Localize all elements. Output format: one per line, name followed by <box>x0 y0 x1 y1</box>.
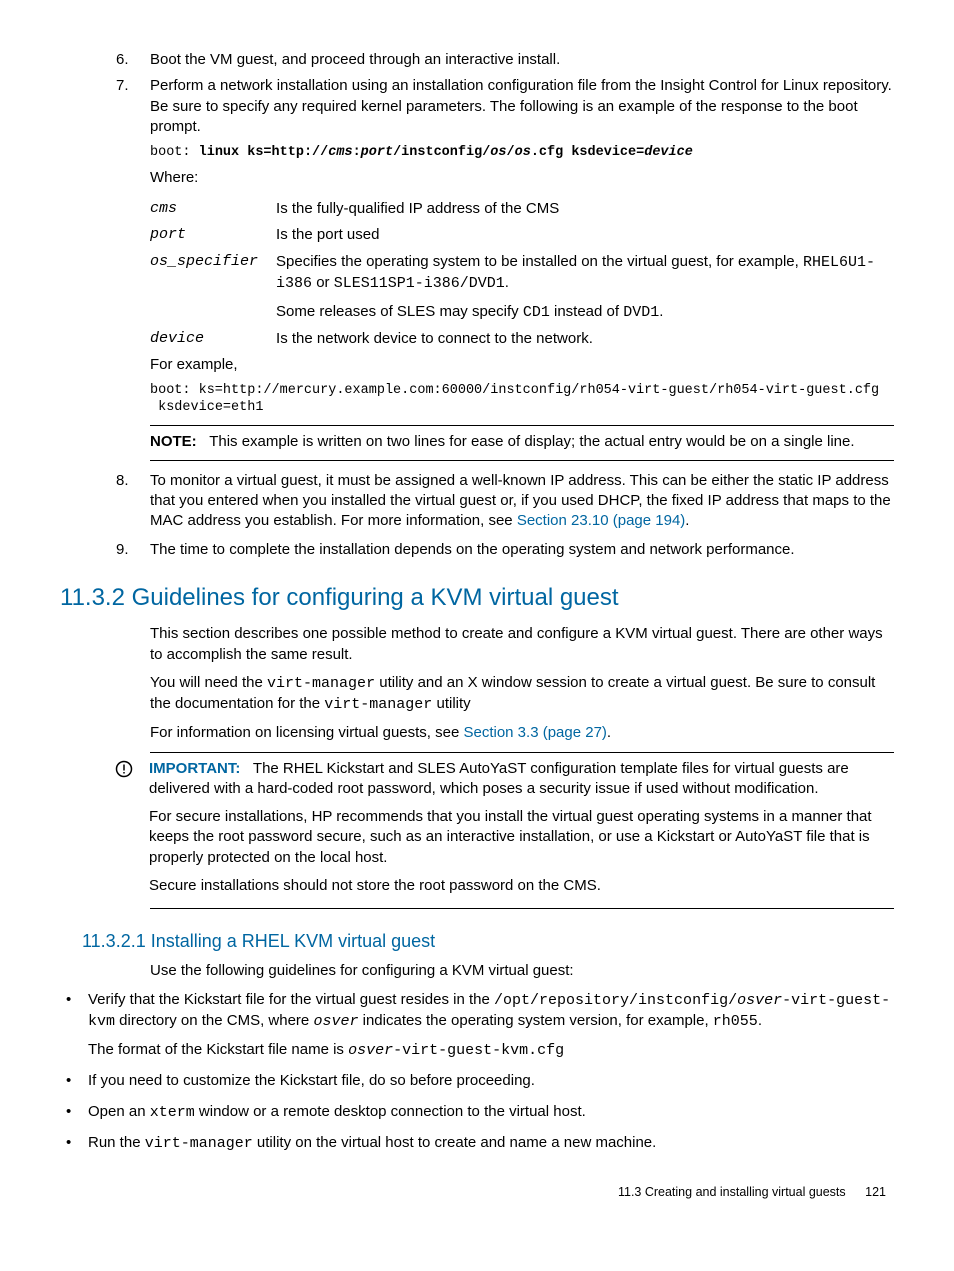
def-desc: Specifies the operating system to be ins… <box>276 249 894 327</box>
boot-command: boot: linux ks=http://cms:port/instconfi… <box>150 145 894 162</box>
bullet-item: If you need to customize the Kickstart f… <box>60 1071 894 1091</box>
section-paragraph: Use the following guidelines for configu… <box>150 961 894 981</box>
step-9: 9. The time to complete the installation… <box>150 540 894 560</box>
important-text: Secure installations should not store th… <box>149 876 894 896</box>
section-heading-11-3-2-1: 11.3.2.1 Installing a RHEL KVM virtual g… <box>60 929 894 953</box>
section-link[interactable]: Section 3.3 (page 27) <box>463 724 606 741</box>
def-row-os: os_specifier Specifies the operating sys… <box>150 249 894 327</box>
section-paragraph: For information on licensing virtual gue… <box>150 723 894 743</box>
ordered-steps: 6. Boot the VM guest, and proceed throug… <box>60 50 894 560</box>
footer-section: 11.3 Creating and installing virtual gue… <box>618 1185 846 1199</box>
step-number: 9. <box>116 540 129 560</box>
divider <box>150 460 894 461</box>
step-number: 7. <box>116 76 129 96</box>
step-6: 6. Boot the VM guest, and proceed throug… <box>150 50 894 70</box>
footer-page-number: 121 <box>865 1185 886 1199</box>
step-text: Boot the VM guest, and proceed through a… <box>150 51 560 68</box>
note-box: NOTE: This example is written on two lin… <box>150 425 894 461</box>
def-term: port <box>150 222 276 248</box>
bullet-list: Verify that the Kickstart file for the v… <box>60 990 894 1155</box>
step-text: The time to complete the installation de… <box>150 541 795 558</box>
section-paragraph: You will need the virt-manager utility a… <box>150 673 894 716</box>
def-row-port: port Is the port used <box>150 222 894 248</box>
def-term: cms <box>150 196 276 222</box>
divider <box>150 908 894 909</box>
step-text: To monitor a virtual guest, it must be a… <box>150 471 894 532</box>
important-icon <box>115 759 149 784</box>
step-number: 6. <box>116 50 129 70</box>
section-heading-11-3-2: 11.3.2 Guidelines for configuring a KVM … <box>60 582 894 614</box>
def-term: os_specifier <box>150 249 276 327</box>
divider <box>150 425 894 426</box>
def-desc: Is the fully-qualified IP address of the… <box>276 196 894 222</box>
def-row-device: device Is the network device to connect … <box>150 326 894 352</box>
definitions-table: cms Is the fully-qualified IP address of… <box>150 196 894 353</box>
important-label: IMPORTANT: <box>149 760 240 777</box>
bullet-item: Run the virt-manager utility on the virt… <box>60 1133 894 1154</box>
step-number: 8. <box>116 471 129 491</box>
def-desc: Is the network device to connect to the … <box>276 326 894 352</box>
important-text: For secure installations, HP recommends … <box>149 807 894 868</box>
for-example-label: For example, <box>150 355 894 375</box>
step-8: 8. To monitor a virtual guest, it must b… <box>150 471 894 532</box>
bullet-item: Open an xterm window or a remote desktop… <box>60 1102 894 1123</box>
def-desc: Is the port used <box>276 222 894 248</box>
section-link[interactable]: Section 23.10 (page 194) <box>517 512 685 529</box>
where-label: Where: <box>150 168 894 188</box>
bullet-item: Verify that the Kickstart file for the v… <box>60 990 894 1062</box>
note-text: This example is written on two lines for… <box>209 433 854 450</box>
important-box: IMPORTANT: The RHEL Kickstart and SLES A… <box>60 752 894 910</box>
def-row-cms: cms Is the fully-qualified IP address of… <box>150 196 894 222</box>
example-code: boot: ks=http://mercury.example.com:6000… <box>150 383 894 417</box>
page-footer: 11.3 Creating and installing virtual gue… <box>60 1184 894 1201</box>
def-term: device <box>150 326 276 352</box>
step-7: 7. Perform a network installation using … <box>150 76 894 461</box>
step-text: Perform a network installation using an … <box>150 76 894 137</box>
divider <box>150 752 894 753</box>
important-text: The RHEL Kickstart and SLES AutoYaST con… <box>149 760 849 797</box>
note-label: NOTE: <box>150 433 197 450</box>
section-paragraph: This section describes one possible meth… <box>150 624 894 665</box>
